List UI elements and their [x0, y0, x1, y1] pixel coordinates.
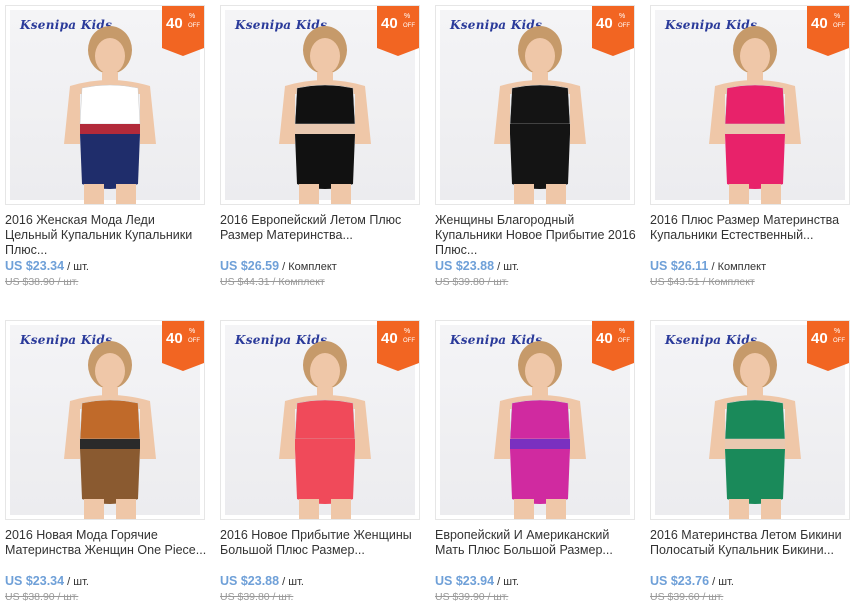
- model-figure: [64, 26, 156, 204]
- product-image[interactable]: Ksenipa Kids 40 % OFF: [650, 5, 850, 205]
- price-unit: / шт.: [497, 261, 519, 273]
- product-card[interactable]: Ksenipa Kids 40 % OFF 2016 Но: [220, 320, 425, 605]
- discount-badge: 40 % OFF: [592, 6, 634, 56]
- original-price: US $39.80 / шт.: [220, 591, 294, 603]
- price-unit: / шт.: [497, 576, 519, 588]
- model-figure: [64, 341, 156, 519]
- original-price: US $39.90 / шт.: [435, 591, 509, 603]
- discount-value: 40: [381, 330, 398, 347]
- original-price: US $39.80 / шт.: [435, 276, 509, 288]
- price-unit: / шт.: [712, 576, 734, 588]
- price-unit: / шт.: [67, 576, 89, 588]
- product-price: US $23.34: [5, 259, 65, 273]
- discount-off-label: OFF: [403, 23, 415, 29]
- model-figure: [494, 26, 586, 204]
- model-figure: [709, 341, 801, 519]
- discount-badge: 40 % OFF: [377, 6, 419, 56]
- discount-percent-sign: %: [404, 328, 411, 335]
- product-image[interactable]: Ksenipa Kids 40 % OFF: [435, 320, 635, 520]
- model-figure: [279, 341, 371, 519]
- discount-value: 40: [166, 15, 183, 32]
- product-title[interactable]: 2016 Плюс Размер Материнства Купальники …: [650, 213, 855, 258]
- product-grid: Ksenipa Kids 40 % OFF 2016 Женская Мода …: [0, 0, 861, 609]
- discount-off-label: OFF: [618, 338, 630, 344]
- original-price: US $39.60 / шт.: [650, 591, 724, 603]
- discount-value: 40: [811, 15, 828, 32]
- product-price: US $23.94: [435, 574, 495, 588]
- discount-value: 40: [596, 330, 613, 347]
- discount-badge: 40 % OFF: [162, 6, 204, 56]
- discount-value: 40: [811, 330, 828, 347]
- product-title[interactable]: 2016 Женская Мода Леди Цельный Купальник…: [5, 213, 210, 258]
- product-price: US $23.88: [220, 574, 280, 588]
- discount-off-label: OFF: [833, 23, 845, 29]
- product-image[interactable]: Ksenipa Kids 40 % OFF: [5, 5, 205, 205]
- discount-off-label: OFF: [188, 23, 200, 29]
- price-unit: / шт.: [67, 261, 89, 273]
- price-row: US $23.88 / шт.: [220, 573, 425, 590]
- price-row: US $26.11 / Комплект: [650, 258, 855, 275]
- product-title[interactable]: 2016 Новое Прибытие Женщины Большой Плюс…: [220, 528, 425, 573]
- discount-percent-sign: %: [404, 13, 411, 20]
- price-row: US $23.94 / шт.: [435, 573, 640, 590]
- product-price: US $23.34: [5, 574, 65, 588]
- product-card[interactable]: Ksenipa Kids 40 % OFF Европейский И Амер…: [435, 320, 640, 605]
- product-title[interactable]: Женщины Благородный Купальники Новое При…: [435, 213, 640, 258]
- product-image[interactable]: Ksenipa Kids 40 % OFF: [650, 320, 850, 520]
- product-price: US $23.88: [435, 259, 495, 273]
- price-row: US $26.59 / Комплект: [220, 258, 425, 275]
- original-price: US $43.51 / Комплект: [650, 276, 755, 288]
- product-card[interactable]: Ksenipa Kids 40 % OFF 2016 Женская Мода …: [5, 5, 210, 290]
- discount-value: 40: [596, 15, 613, 32]
- discount-badge: 40 % OFF: [377, 321, 419, 371]
- product-card[interactable]: Ksenipa Kids 40 % OFF 2016 Плюс Размер М…: [650, 5, 855, 290]
- discount-badge: 40 % OFF: [592, 321, 634, 371]
- discount-percent-sign: %: [834, 13, 841, 20]
- price-unit: / шт.: [282, 576, 304, 588]
- product-title[interactable]: Европейский И Американский Мать Плюс Бол…: [435, 528, 640, 573]
- discount-value: 40: [166, 330, 183, 347]
- price-unit: / Комплект: [282, 261, 337, 273]
- model-figure: [279, 26, 371, 204]
- product-image[interactable]: Ksenipa Kids 40 % OFF: [5, 320, 205, 520]
- discount-percent-sign: %: [834, 328, 841, 335]
- discount-off-label: OFF: [188, 338, 200, 344]
- discount-badge: 40 % OFF: [807, 321, 849, 371]
- discount-percent-sign: %: [189, 13, 196, 20]
- discount-off-label: OFF: [833, 338, 845, 344]
- price-row: US $23.34 / шт.: [5, 573, 210, 590]
- product-card[interactable]: Ksenipa Kids 40 % OFF 2016 Европейский Л…: [220, 5, 425, 290]
- product-image[interactable]: Ksenipa Kids 40 % OFF: [220, 5, 420, 205]
- product-image[interactable]: Ksenipa Kids 40 % OFF: [435, 5, 635, 205]
- product-title[interactable]: 2016 Европейский Летом Плюс Размер Матер…: [220, 213, 425, 258]
- discount-badge: 40 % OFF: [807, 6, 849, 56]
- discount-percent-sign: %: [619, 13, 626, 20]
- original-price: US $38.90 / шт.: [5, 591, 79, 603]
- discount-percent-sign: %: [619, 328, 626, 335]
- original-price: US $38.90 / шт.: [5, 276, 79, 288]
- discount-percent-sign: %: [189, 328, 196, 335]
- model-figure: [494, 341, 586, 519]
- product-title[interactable]: 2016 Новая Мода Горячие Материнства Женщ…: [5, 528, 210, 573]
- price-unit: / Комплект: [711, 261, 767, 273]
- product-price: US $23.76: [650, 574, 710, 588]
- discount-off-label: OFF: [403, 338, 415, 344]
- discount-off-label: OFF: [618, 23, 630, 29]
- price-row: US $23.34 / шт.: [5, 258, 210, 275]
- discount-value: 40: [381, 15, 398, 32]
- product-price: US $26.59: [220, 259, 280, 273]
- product-card[interactable]: Ksenipa Kids 40 % OFF 2016 Но: [5, 320, 210, 605]
- price-row: US $23.76 / шт.: [650, 573, 855, 590]
- product-title[interactable]: 2016 Материнства Летом Бикини Полосатый …: [650, 528, 855, 573]
- discount-badge: 40 % OFF: [162, 321, 204, 371]
- price-row: US $23.88 / шт.: [435, 258, 640, 275]
- product-image[interactable]: Ksenipa Kids 40 % OFF: [220, 320, 420, 520]
- product-card[interactable]: Ksenipa Kids 40 % OFF Женщины Благородны…: [435, 5, 640, 290]
- product-card[interactable]: Ksenipa Kids 40 % OFF 2016 Материнства Л…: [650, 320, 855, 605]
- model-figure: [709, 26, 801, 204]
- original-price: US $44.31 / Комплект: [220, 276, 325, 288]
- product-price: US $26.11: [650, 259, 709, 273]
